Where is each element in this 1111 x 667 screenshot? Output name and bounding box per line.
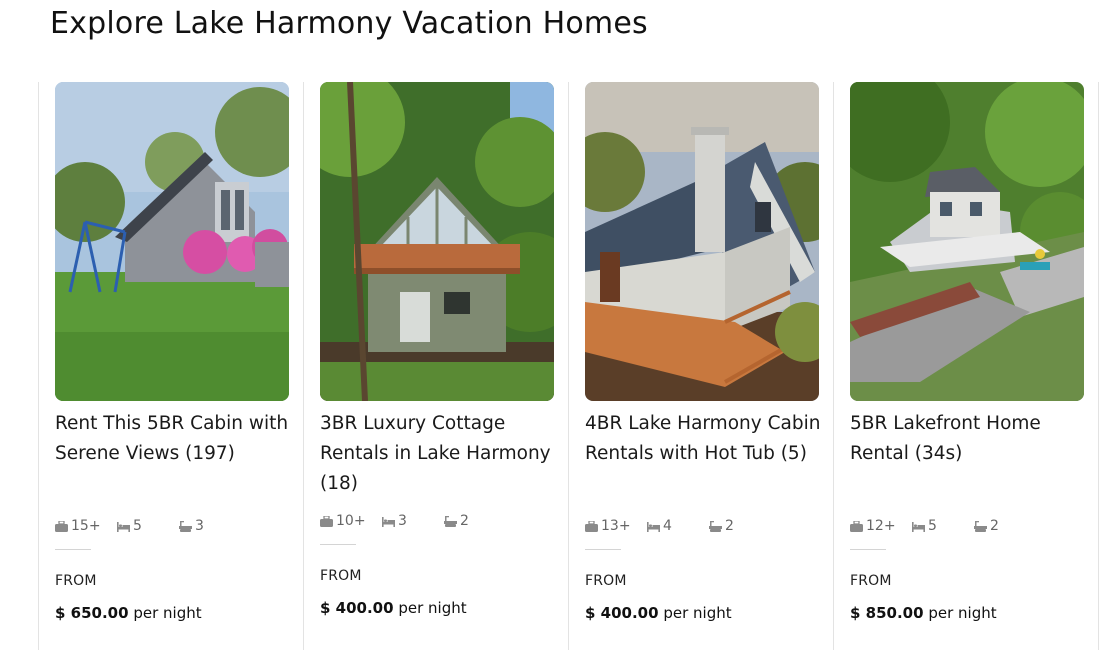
listing-title[interactable]: Rent This 5BR Cabin with Serene Views (1… — [55, 409, 291, 469]
guests-count: 13+ — [601, 518, 631, 534]
from-label: FROM — [55, 573, 97, 589]
price-line: $ 400.00 per night — [320, 599, 467, 617]
beds-amenity: 4 — [647, 518, 709, 534]
beds-amenity: 3 — [382, 513, 444, 529]
amenities-row: 12+ 5 2 — [850, 518, 999, 534]
guests-amenity: 12+ — [850, 518, 912, 534]
price-line: $ 850.00 per night — [850, 604, 997, 622]
from-label: FROM — [320, 568, 362, 584]
listing-card[interactable]: 5BR Lakefront Home Rental (34s) 12+ 5 2 … — [850, 82, 1086, 650]
guests-amenity: 15+ — [55, 518, 117, 534]
amenities-rule — [585, 549, 621, 550]
beds-count: 5 — [928, 518, 937, 534]
amenities-row: 13+ 4 2 — [585, 518, 734, 534]
baths-amenity: 2 — [709, 518, 734, 534]
listing-photo[interactable] — [320, 82, 554, 401]
bathtub-icon — [974, 520, 987, 532]
beds-count: 3 — [398, 513, 407, 529]
amenities-rule — [850, 549, 886, 550]
card-divider — [1098, 82, 1099, 650]
listing-title[interactable]: 3BR Luxury Cottage Rentals in Lake Harmo… — [320, 409, 556, 499]
from-label: FROM — [850, 573, 892, 589]
per-night-label: per night — [928, 604, 997, 622]
bathtub-icon — [709, 520, 722, 532]
listing-title[interactable]: 4BR Lake Harmony Cabin Rentals with Hot … — [585, 409, 821, 469]
guests-count: 10+ — [336, 513, 366, 529]
briefcase-icon — [850, 520, 863, 532]
page-title: Explore Lake Harmony Vacation Homes — [50, 6, 648, 41]
price-line: $ 400.00 per night — [585, 604, 732, 622]
bathtub-icon — [444, 515, 457, 527]
baths-count: 3 — [195, 518, 204, 534]
bed-icon — [647, 521, 660, 532]
from-label: FROM — [585, 573, 627, 589]
listing-photo[interactable] — [55, 82, 289, 401]
card-divider — [303, 82, 304, 650]
bed-icon — [382, 516, 395, 527]
amenities-rule — [320, 544, 356, 545]
listing-card[interactable]: Rent This 5BR Cabin with Serene Views (1… — [55, 82, 291, 650]
baths-amenity: 2 — [444, 513, 469, 529]
beds-amenity: 5 — [117, 518, 179, 534]
bathtub-icon — [179, 520, 192, 532]
listing-card[interactable]: 4BR Lake Harmony Cabin Rentals with Hot … — [585, 82, 821, 650]
beds-count: 5 — [133, 518, 142, 534]
amenities-row: 10+ 3 2 — [320, 513, 469, 529]
price-amount: $ 400.00 — [320, 599, 394, 617]
bed-icon — [117, 521, 130, 532]
guests-count: 15+ — [71, 518, 101, 534]
baths-amenity: 2 — [974, 518, 999, 534]
beds-amenity: 5 — [912, 518, 974, 534]
amenities-row: 15+ 5 3 — [55, 518, 204, 534]
price-amount: $ 650.00 — [55, 604, 129, 622]
listing-card[interactable]: 3BR Luxury Cottage Rentals in Lake Harmo… — [320, 82, 556, 650]
baths-count: 2 — [990, 518, 999, 534]
card-divider — [38, 82, 39, 650]
price-amount: $ 850.00 — [850, 604, 924, 622]
listing-photo[interactable] — [585, 82, 819, 401]
card-divider — [833, 82, 834, 650]
beds-count: 4 — [663, 518, 672, 534]
baths-amenity: 3 — [179, 518, 204, 534]
guests-amenity: 10+ — [320, 513, 382, 529]
listing-title[interactable]: 5BR Lakefront Home Rental (34s) — [850, 409, 1086, 469]
baths-count: 2 — [725, 518, 734, 534]
briefcase-icon — [55, 520, 68, 532]
per-night-label: per night — [398, 599, 467, 617]
listing-photo[interactable] — [850, 82, 1084, 401]
briefcase-icon — [320, 515, 333, 527]
bed-icon — [912, 521, 925, 532]
price-amount: $ 400.00 — [585, 604, 659, 622]
guests-amenity: 13+ — [585, 518, 647, 534]
card-divider — [568, 82, 569, 650]
per-night-label: per night — [663, 604, 732, 622]
per-night-label: per night — [133, 604, 202, 622]
price-line: $ 650.00 per night — [55, 604, 202, 622]
guests-count: 12+ — [866, 518, 896, 534]
amenities-rule — [55, 549, 91, 550]
baths-count: 2 — [460, 513, 469, 529]
briefcase-icon — [585, 520, 598, 532]
